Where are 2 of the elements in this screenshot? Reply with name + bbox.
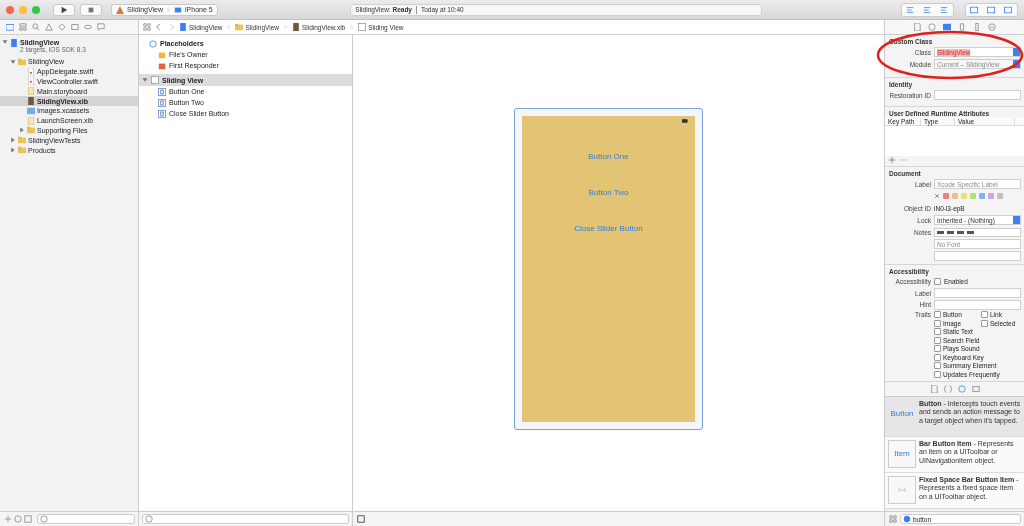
library-preview: Item: [888, 439, 916, 468]
library-preview: Button: [889, 408, 915, 420]
